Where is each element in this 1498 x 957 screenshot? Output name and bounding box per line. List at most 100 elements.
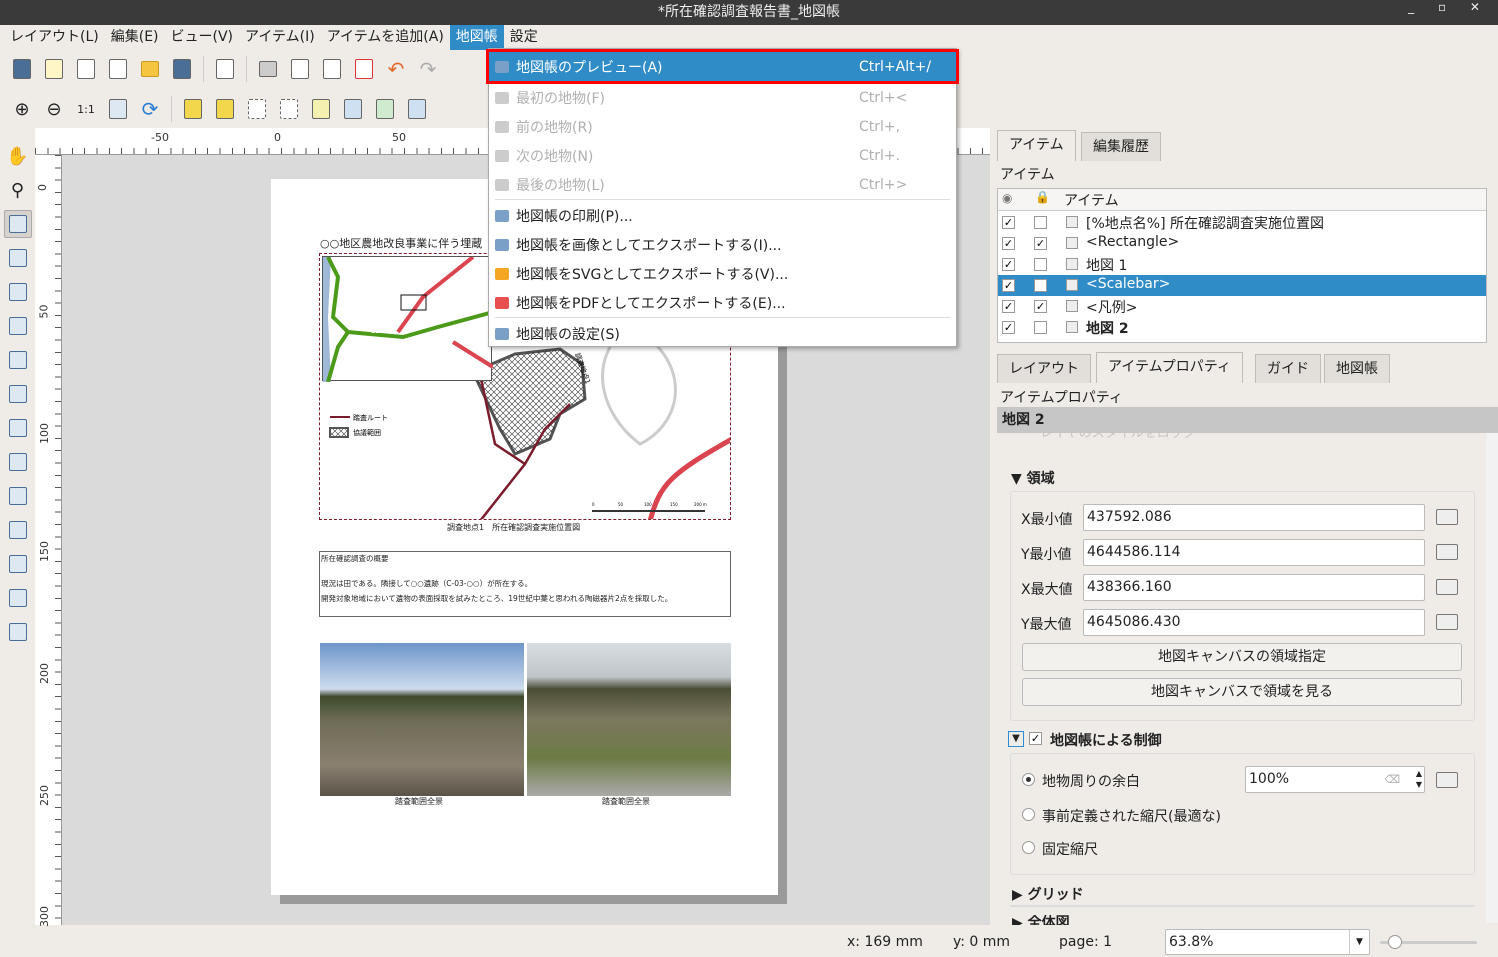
data-defined-override-icon[interactable] [1436, 772, 1458, 788]
unlock-items-icon[interactable] [211, 95, 239, 123]
zoom-in-icon[interactable]: ⊕ [8, 95, 36, 123]
raise-icon[interactable] [307, 95, 335, 123]
lock-items-icon[interactable] [179, 95, 207, 123]
menu-item-last-feature[interactable]: 最後の地物(L) Ctrl+> [489, 170, 956, 199]
item-row[interactable]: ✓ <Scalebar> [998, 275, 1486, 296]
eye-icon[interactable]: ◉ [1002, 191, 1012, 205]
data-defined-override-icon[interactable] [1436, 579, 1458, 595]
zoom-out-icon[interactable]: ⊖ [40, 95, 68, 123]
add-html-icon[interactable] [4, 584, 32, 612]
set-to-canvas-extent-button[interactable]: 地図キャンバスの領域指定 [1022, 643, 1462, 671]
item-row[interactable]: ✓ ✓ <凡例> [998, 296, 1486, 317]
tab-undo-history[interactable]: 編集履歴 [1081, 132, 1161, 161]
extent-section-toggle[interactable]: ▼ 領域 [1011, 468, 1055, 488]
export-svg-icon[interactable] [318, 55, 346, 83]
pan-icon[interactable]: ✋ [4, 142, 32, 170]
add-table-icon[interactable] [4, 618, 32, 646]
clear-icon[interactable]: ⌫ [1384, 767, 1400, 792]
add-scalebar-icon[interactable] [4, 448, 32, 476]
add-legend-icon[interactable] [4, 414, 32, 442]
spin-arrows-icon[interactable]: ▲ ▼ [1416, 768, 1422, 790]
select-icon[interactable] [3, 210, 32, 238]
visible-checkbox[interactable]: ✓ [1002, 321, 1015, 334]
export-pdf-icon[interactable] [350, 55, 378, 83]
tab-guides[interactable]: ガイド [1255, 354, 1321, 383]
menu-edit[interactable]: 編集(E) [105, 25, 165, 50]
item-row[interactable]: ✓ 地図 2 [998, 317, 1486, 338]
open-folder-icon[interactable] [136, 55, 164, 83]
zoom-slider-handle[interactable] [1387, 935, 1402, 949]
align-icon[interactable] [339, 95, 367, 123]
predefined-scale-radio[interactable] [1022, 808, 1035, 821]
tab-layout[interactable]: レイアウト [997, 354, 1091, 383]
lock-checkbox[interactable] [1034, 258, 1047, 271]
add-label-icon[interactable] [4, 380, 32, 408]
add-picture-icon[interactable] [4, 346, 32, 374]
menu-item-print-atlas[interactable]: 地図帳の印刷(P)... [489, 201, 956, 230]
resize-icon[interactable] [403, 95, 431, 123]
duplicate-layout-icon[interactable] [72, 55, 100, 83]
menu-view[interactable]: ビュー(V) [165, 25, 240, 50]
atlas-control-collapse-icon[interactable]: ▼ [1008, 731, 1024, 747]
lock-checkbox[interactable] [1034, 321, 1047, 334]
zoom-actual-icon[interactable]: 1:1 [72, 95, 100, 123]
menu-item-prev-feature[interactable]: 前の地物(R) Ctrl+, [489, 112, 956, 141]
ymax-input[interactable]: 4645086.430 [1083, 609, 1425, 636]
distribute-icon[interactable] [371, 95, 399, 123]
tab-atlas[interactable]: 地図帳 [1324, 354, 1390, 383]
new-layout-icon[interactable] [40, 55, 68, 83]
item-row[interactable]: ✓ [%地点名%] 所在確認調査実施位置図 [998, 212, 1486, 233]
menu-item-first-feature[interactable]: 最初の地物(F) Ctrl+< [489, 83, 956, 112]
column-header-item[interactable]: アイテム [1064, 190, 1119, 210]
visible-checkbox[interactable]: ✓ [1002, 237, 1015, 250]
xmax-input[interactable]: 438366.160 [1083, 574, 1425, 601]
save-as-template-icon[interactable] [168, 55, 196, 83]
zoom-combobox[interactable]: 63.8% ▼ [1165, 929, 1370, 955]
menu-item-next-feature[interactable]: 次の地物(N) Ctrl+. [489, 141, 956, 170]
redo-icon[interactable]: ↷ [414, 55, 442, 83]
zoom-tool-icon[interactable]: ⚲ [4, 176, 32, 204]
item-row[interactable]: ✓ ✓ <Rectangle> [998, 233, 1486, 254]
edit-nodes-icon[interactable] [4, 278, 32, 306]
overview-map[interactable]: 227 [322, 255, 495, 383]
data-defined-override-icon[interactable] [1436, 544, 1458, 560]
fixed-scale-radio[interactable] [1022, 841, 1035, 854]
visible-checkbox[interactable]: ✓ [1002, 300, 1015, 313]
add-arrow-icon[interactable] [4, 516, 32, 544]
group-icon[interactable] [243, 95, 271, 123]
layout-manager-icon[interactable] [104, 55, 132, 83]
overview-section-toggle[interactable]: ▶ 全体図 [1012, 915, 1070, 925]
export-image-icon[interactable] [286, 55, 314, 83]
visible-checkbox[interactable]: ✓ [1002, 258, 1015, 271]
add-map-icon[interactable] [4, 312, 32, 340]
menu-atlas[interactable]: 地図帳 [449, 25, 504, 50]
save-icon[interactable] [8, 55, 36, 83]
menu-item-export-image[interactable]: 地図帳を画像としてエクスポートする(I)... [489, 230, 956, 259]
visible-checkbox[interactable]: ✓ [1002, 279, 1015, 292]
menu-item-atlas-settings[interactable]: 地図帳の設定(S) [489, 319, 956, 348]
move-content-icon[interactable] [4, 244, 32, 272]
zoom-full-icon[interactable] [104, 95, 132, 123]
lock-checkbox[interactable] [1034, 216, 1047, 229]
undo-icon[interactable]: ↶ [382, 55, 410, 83]
ymin-input[interactable]: 4644586.114 [1083, 539, 1425, 566]
window-controls[interactable]: _ ▫ ✕ [1408, 0, 1490, 14]
lock-checkbox[interactable] [1034, 279, 1047, 292]
tab-items[interactable]: アイテム [997, 130, 1076, 161]
properties-scrollbar[interactable] [1486, 433, 1498, 923]
add-shape-icon[interactable] [4, 482, 32, 510]
margin-radio[interactable] [1022, 773, 1035, 786]
print-icon[interactable] [254, 55, 282, 83]
view-in-canvas-button[interactable]: 地図キャンバスで領域を見る [1022, 678, 1462, 706]
vertical-ruler[interactable]: 0 50 100 150 200 250 300 [35, 155, 62, 927]
atlas-control-checkbox[interactable]: ✓ [1029, 732, 1042, 745]
summary-box[interactable]: 所在確認調査の概要 現況は田である。隣接して○○遺跡（C-03-○○）が所在する… [319, 551, 731, 617]
lock-checkbox[interactable]: ✓ [1034, 237, 1047, 250]
grid-section-toggle[interactable]: ▶ グリッド [1012, 884, 1084, 904]
menu-item-export-svg[interactable]: 地図帳をSVGとしてエクスポートする(V)... [489, 259, 956, 288]
ungroup-icon[interactable] [275, 95, 303, 123]
new-page-icon[interactable] [211, 55, 239, 83]
menu-settings[interactable]: 設定 [504, 25, 544, 50]
chevron-down-icon[interactable]: ▼ [1349, 930, 1369, 955]
menu-item[interactable]: アイテム(I) [239, 25, 321, 50]
